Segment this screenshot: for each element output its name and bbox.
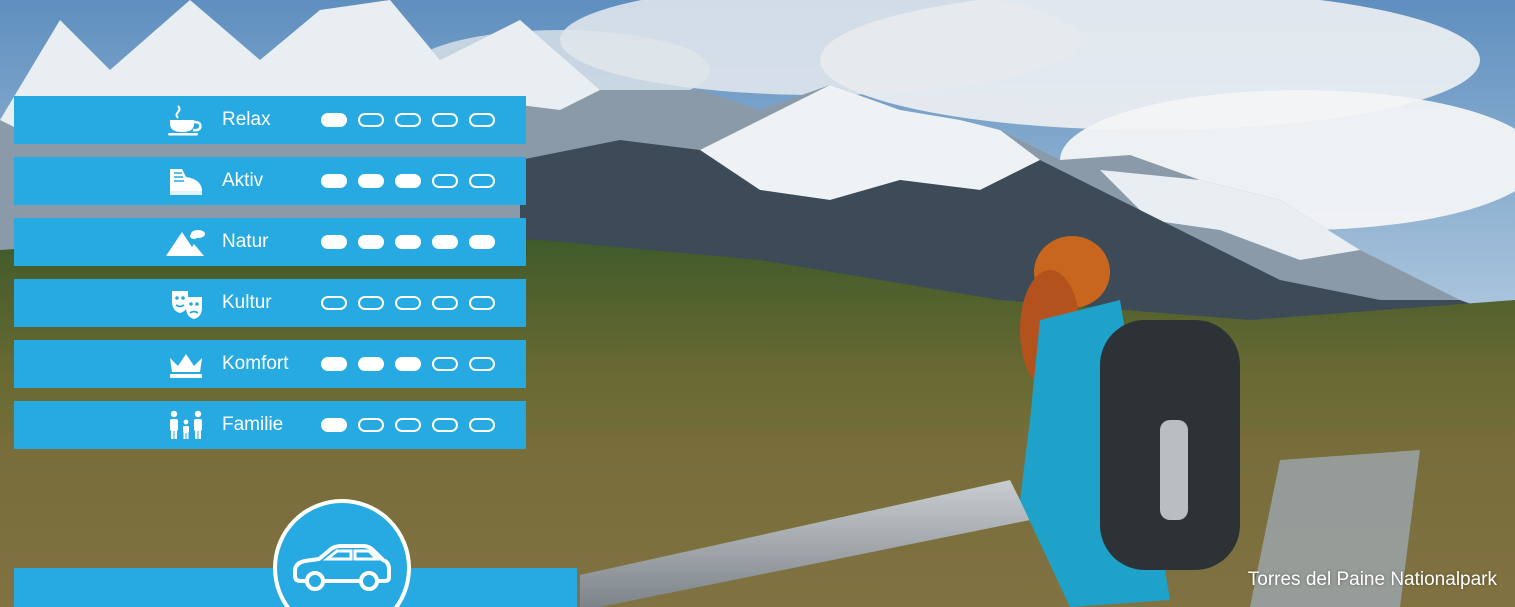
rating-dot-filled <box>469 235 495 249</box>
photo-caption: Torres del Paine Nationalpark <box>1247 569 1497 590</box>
mountain-cloud-icon <box>164 226 208 258</box>
rating-row-natur: Natur <box>14 218 526 266</box>
rating-dot-filled <box>358 235 384 249</box>
rating-label: Natur <box>222 231 269 252</box>
rating-dot-empty <box>432 113 458 127</box>
rating-dot-filled <box>432 235 458 249</box>
rating-label: Relax <box>222 109 271 130</box>
rating-dot-empty <box>469 174 495 188</box>
rating-dot-filled <box>395 357 421 371</box>
crown-icon <box>164 348 208 380</box>
rating-dot-filled <box>321 174 347 188</box>
rating-dot-filled <box>321 113 347 127</box>
rating-row-komfort: Komfort <box>14 340 526 388</box>
rating-dot-empty <box>358 113 384 127</box>
theater-masks-icon <box>164 287 208 319</box>
rating-label: Aktiv <box>222 170 264 191</box>
rating-row-kultur: Kultur <box>14 279 526 327</box>
rating-dot-empty <box>469 418 495 432</box>
rating-dot-filled <box>321 418 347 432</box>
rating-label: Komfort <box>222 353 289 374</box>
rating-label: Kultur <box>222 292 272 313</box>
hiking-boot-icon <box>164 165 208 197</box>
rating-dot-empty <box>432 174 458 188</box>
rating-row-aktiv: Aktiv <box>14 157 526 205</box>
rating-dot-empty <box>469 357 495 371</box>
family-icon <box>164 409 208 441</box>
rating-row-relax: Relax <box>14 96 526 144</box>
rating-label: Familie <box>222 414 284 435</box>
car-icon <box>293 544 391 591</box>
rating-dot-empty <box>358 296 384 310</box>
coffee-cup-icon <box>164 104 208 136</box>
rating-dot-filled <box>321 235 347 249</box>
rating-dot-filled <box>358 357 384 371</box>
rating-row-familie: Familie <box>14 401 526 449</box>
rating-dot-empty <box>432 296 458 310</box>
rating-dot-empty <box>432 357 458 371</box>
rating-dot-filled <box>358 174 384 188</box>
rating-dot-empty <box>321 296 347 310</box>
rating-dot-empty <box>432 418 458 432</box>
rating-dot-empty <box>395 418 421 432</box>
rating-dot-empty <box>358 418 384 432</box>
rating-dot-filled <box>395 235 421 249</box>
rating-dot-filled <box>321 357 347 371</box>
rating-dot-empty <box>395 113 421 127</box>
rating-dot-empty <box>395 296 421 310</box>
rating-dot-empty <box>469 296 495 310</box>
rating-dot-empty <box>469 113 495 127</box>
rating-dot-filled <box>395 174 421 188</box>
